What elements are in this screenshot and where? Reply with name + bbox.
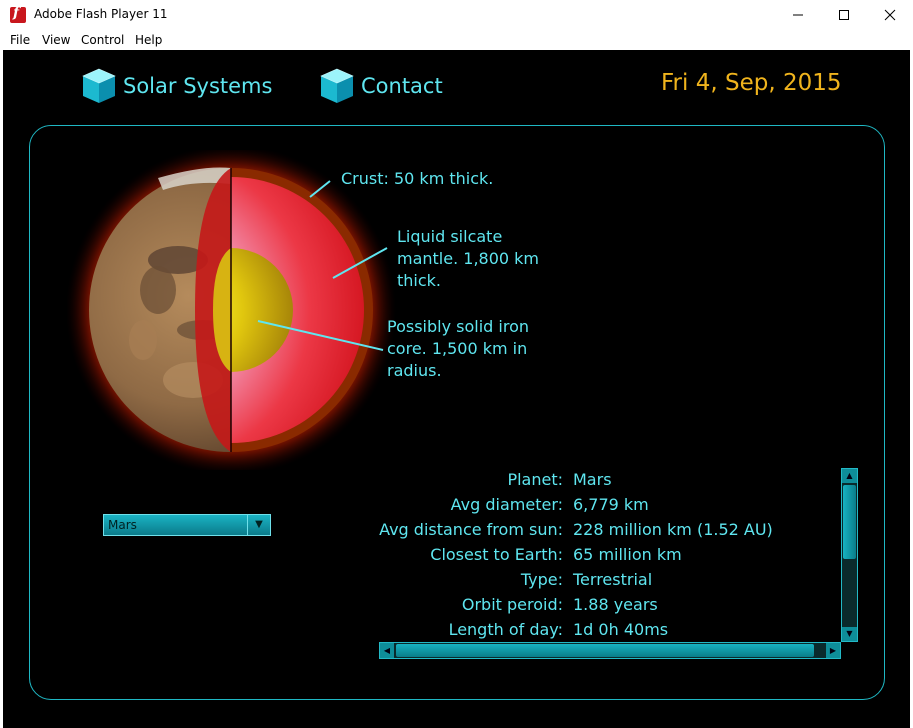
mantle-label-line-2: mantle. 1,800 km: [397, 249, 540, 268]
info-row-closest: Closest to Earth: 65 million km: [379, 545, 839, 570]
core-leader-line: [257, 320, 384, 351]
info-value: 65 million km: [573, 545, 682, 564]
info-value: Terrestrial: [573, 570, 653, 589]
minimize-icon: [793, 14, 803, 16]
info-key: Length of day:: [448, 620, 563, 639]
info-value: 1d 0h 40ms: [573, 620, 669, 639]
info-row-orbit: Orbit peroid: 1.88 years: [379, 595, 839, 620]
info-key: Type:: [520, 570, 563, 589]
minimize-button[interactable]: [775, 0, 821, 30]
flash-player-icon: f: [10, 5, 26, 23]
crust-leader-line: [309, 180, 331, 198]
planet-select[interactable]: Mars ▼: [103, 514, 271, 536]
info-row-planet: Planet: Mars: [379, 470, 839, 495]
info-key: Closest to Earth:: [430, 545, 563, 564]
scroll-left-icon[interactable]: ◀: [380, 643, 394, 658]
menu-control[interactable]: Control: [81, 33, 124, 47]
horizontal-scroll-thumb[interactable]: [396, 644, 814, 657]
info-value: 6,779 km: [573, 495, 649, 514]
menu-view[interactable]: View: [42, 33, 70, 47]
window-title: Adobe Flash Player 11: [34, 7, 168, 21]
mantle-label: Liquid silcate mantle. 1,800 km thick.: [397, 226, 539, 292]
info-key: Orbit peroid:: [461, 595, 563, 614]
planet-select-value: Mars: [108, 518, 137, 532]
info-key: Avg diameter:: [450, 495, 563, 514]
scroll-up-icon[interactable]: ▲: [842, 469, 857, 483]
mantle-leader-line: [332, 247, 388, 279]
info-row-diameter: Avg diameter: 6,779 km: [379, 495, 839, 520]
scroll-right-icon[interactable]: ▶: [826, 643, 840, 658]
mantle-label-line-3: thick.: [397, 271, 442, 290]
flash-stage: Solar Systems Contact Fri 4, Sep, 2015 C…: [3, 50, 910, 728]
info-value: 1.88 years: [573, 595, 658, 614]
vertical-scrollbar[interactable]: ▲ ▼: [841, 468, 858, 642]
core-label-line-3: radius.: [387, 361, 442, 380]
info-row-type: Type: Terrestrial: [379, 570, 839, 595]
window-titlebar[interactable]: f Adobe Flash Player 11: [0, 0, 913, 30]
info-row-distance: Avg distance from sun: 228 million km (1…: [379, 520, 839, 545]
info-value: Mars: [573, 470, 612, 489]
core-label-line-2: core. 1,500 km in: [387, 339, 528, 358]
maximize-button[interactable]: [821, 0, 867, 30]
info-key: Planet:: [507, 470, 563, 489]
info-value: 228 million km (1.52 AU): [573, 520, 773, 539]
menu-bar: File View Control Help: [0, 30, 913, 50]
menu-file[interactable]: File: [10, 33, 30, 47]
menu-help[interactable]: Help: [135, 33, 162, 47]
info-row-day-length: Length of day: 1d 0h 40ms: [379, 620, 839, 642]
maximize-icon: [839, 10, 849, 20]
mantle-label-line-1: Liquid silcate: [397, 227, 503, 246]
planet-info-list: Planet: Mars Avg diameter: 6,779 km Avg …: [379, 470, 839, 642]
chevron-down-icon[interactable]: ▼: [247, 515, 270, 535]
crust-label: Crust: 50 km thick.: [341, 169, 494, 188]
info-key: Avg distance from sun:: [379, 520, 563, 539]
close-button[interactable]: [867, 0, 913, 30]
close-icon: [884, 9, 896, 21]
core-label: Possibly solid iron core. 1,500 km in ra…: [387, 316, 529, 382]
vertical-scroll-thumb[interactable]: [843, 485, 856, 559]
core-label-line-1: Possibly solid iron: [387, 317, 529, 336]
scroll-down-icon[interactable]: ▼: [842, 627, 857, 641]
horizontal-scrollbar[interactable]: ◀ ▶: [379, 642, 841, 659]
